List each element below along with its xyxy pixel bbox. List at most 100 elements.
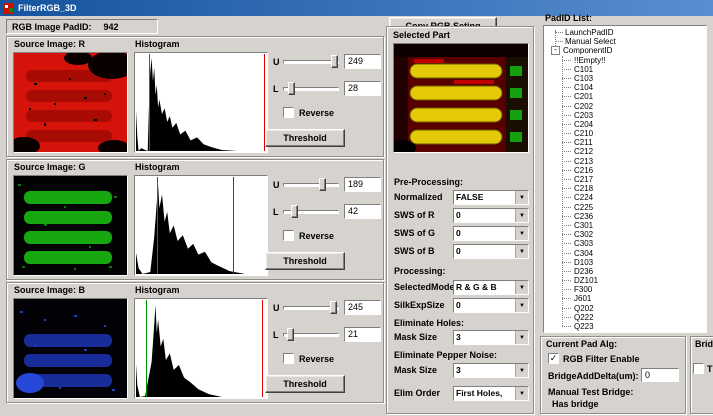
tree-item[interactable]: C301 (557, 221, 704, 230)
channel-panel-b: Source Image: B Histogram (6, 282, 384, 403)
tree-item[interactable]: C236 (557, 212, 704, 221)
tree-item-manual-select[interactable]: Manual Select (550, 37, 704, 46)
reverse-checkbox[interactable] (283, 107, 294, 118)
pepper-mask-size-combo[interactable]: 3 ▼ (453, 363, 529, 378)
u-slider[interactable] (283, 178, 339, 192)
reverse-checkbox[interactable] (283, 353, 294, 364)
dropdown-arrow-icon[interactable]: ▼ (515, 209, 528, 222)
tree-item[interactable]: C304 (557, 249, 704, 258)
u-slider[interactable] (283, 301, 339, 315)
sws-b-label: SWS of B (394, 246, 435, 256)
tree-item[interactable]: C201 (557, 92, 704, 101)
slider-thumb[interactable] (288, 82, 295, 95)
tree-item[interactable]: D236 (557, 267, 704, 276)
threshold-button[interactable]: Threshold (265, 375, 345, 393)
tree-item[interactable]: C216 (557, 166, 704, 175)
dropdown-arrow-icon[interactable]: ▼ (515, 191, 528, 204)
slider-thumb[interactable] (319, 178, 326, 191)
tree-item[interactable]: Q222 (557, 313, 704, 322)
tree-item[interactable]: C224 (557, 193, 704, 202)
histogram-r (134, 52, 268, 153)
filter-rgb-window: FilterRGB_3D RGB Image PadID: 942 Copy R… (0, 0, 713, 416)
slider-thumb[interactable] (331, 55, 338, 68)
dropdown-arrow-icon[interactable]: ▼ (515, 299, 528, 312)
tree-item-launchpadid[interactable]: LaunchPadID (550, 28, 704, 37)
reverse-checkbox[interactable] (283, 230, 294, 241)
tree-item[interactable]: Q223 (557, 322, 704, 331)
tree-item[interactable]: C211 (557, 138, 704, 147)
u-value-input[interactable]: 249 (344, 54, 381, 69)
histogram-high-marker (262, 300, 263, 397)
padid-list-label: PadID List: (545, 13, 592, 23)
threshold-button[interactable]: Threshold (265, 129, 345, 147)
tree-item[interactable]: J601 (557, 294, 704, 303)
l-slider[interactable] (283, 328, 339, 342)
tree-item[interactable]: D103 (557, 258, 704, 267)
mask-size-label: Mask Size (394, 332, 437, 342)
mask-size-combo[interactable]: 3 ▼ (453, 330, 529, 345)
tree-item[interactable]: C101 (557, 65, 704, 74)
tree-item[interactable]: C103 (557, 74, 704, 83)
u-slider[interactable] (283, 55, 339, 69)
tree-item[interactable]: C217 (557, 175, 704, 184)
title-bar[interactable]: FilterRGB_3D (0, 0, 713, 16)
bridge-group: Bridge: TL (690, 336, 713, 414)
dropdown-arrow-icon[interactable]: ▼ (515, 331, 528, 344)
tree-item[interactable]: C203 (557, 111, 704, 120)
tree-item[interactable]: C303 (557, 239, 704, 248)
tree-item[interactable]: F300 (557, 285, 704, 294)
slider-thumb[interactable] (291, 205, 298, 218)
histogram-curve-b (136, 300, 266, 397)
dropdown-arrow-icon[interactable]: ▼ (515, 364, 528, 377)
current-pad-alg-group: Current Pad Alg: ✓ RGB Filter Enable Bri… (540, 336, 686, 414)
l-slider[interactable] (283, 82, 339, 96)
l-value-input[interactable]: 42 (344, 204, 381, 219)
sws-g-combo[interactable]: 0 ▼ (453, 226, 529, 241)
selected-mode-combo[interactable]: R & G & B ▼ (453, 280, 529, 295)
silk-exp-size-combo[interactable]: 0 ▼ (453, 298, 529, 313)
padid-tree[interactable]: LaunchPadID Manual Select - ComponentID … (543, 25, 707, 333)
tree-item[interactable]: DZ101 (557, 276, 704, 285)
reverse-label: Reverse (299, 108, 334, 118)
selected-part-preview (393, 43, 529, 153)
tree-item[interactable]: C218 (557, 184, 704, 193)
tree-item[interactable]: C204 (557, 120, 704, 129)
tree-item-componentid[interactable]: - ComponentID (550, 46, 704, 55)
source-image-r-preview (13, 52, 128, 153)
l-value-input[interactable]: 28 (344, 81, 381, 96)
slider-track[interactable] (283, 183, 339, 187)
dropdown-arrow-icon[interactable]: ▼ (515, 227, 528, 240)
bridge-add-delta-input[interactable]: 0 (641, 368, 679, 382)
rgb-filter-enable-checkbox[interactable]: ✓ (548, 353, 559, 364)
slider-thumb[interactable] (287, 328, 294, 341)
l-slider[interactable] (283, 205, 339, 219)
elim-order-label: Elim Order (394, 388, 440, 398)
dropdown-arrow-icon[interactable]: ▼ (515, 245, 528, 258)
u-value-input[interactable]: 189 (344, 177, 381, 192)
dropdown-arrow-icon[interactable]: ▼ (515, 281, 528, 294)
histogram-b (134, 298, 268, 399)
tree-item[interactable]: C225 (557, 203, 704, 212)
tree-item[interactable]: C202 (557, 102, 704, 111)
collapse-expander-icon[interactable]: - (551, 46, 560, 55)
sws-r-combo[interactable]: 0 ▼ (453, 208, 529, 223)
tree-item[interactable]: C302 (557, 230, 704, 239)
tree-item[interactable]: C213 (557, 157, 704, 166)
tree-item[interactable]: C212 (557, 147, 704, 156)
tree-item[interactable]: !!Empty!! (557, 56, 704, 65)
tree-item[interactable]: Q202 (557, 304, 704, 313)
u-value-input[interactable]: 245 (344, 300, 381, 315)
tree-item[interactable]: C104 (557, 83, 704, 92)
normalized-combo[interactable]: FALSE ▼ (453, 190, 529, 205)
u-label: U (273, 303, 280, 313)
l-value-input[interactable]: 21 (344, 327, 381, 342)
slider-thumb[interactable] (330, 301, 337, 314)
check-icon: ✓ (550, 353, 558, 363)
tl-checkbox[interactable] (693, 363, 704, 374)
tree-item[interactable]: C210 (557, 129, 704, 138)
dropdown-arrow-icon[interactable]: ▼ (515, 387, 528, 400)
elim-order-combo[interactable]: First Holes, ▼ (453, 386, 529, 401)
threshold-button[interactable]: Threshold (265, 252, 345, 270)
sws-b-combo[interactable]: 0 ▼ (453, 244, 529, 259)
combo-value: First Holes, (454, 387, 515, 400)
